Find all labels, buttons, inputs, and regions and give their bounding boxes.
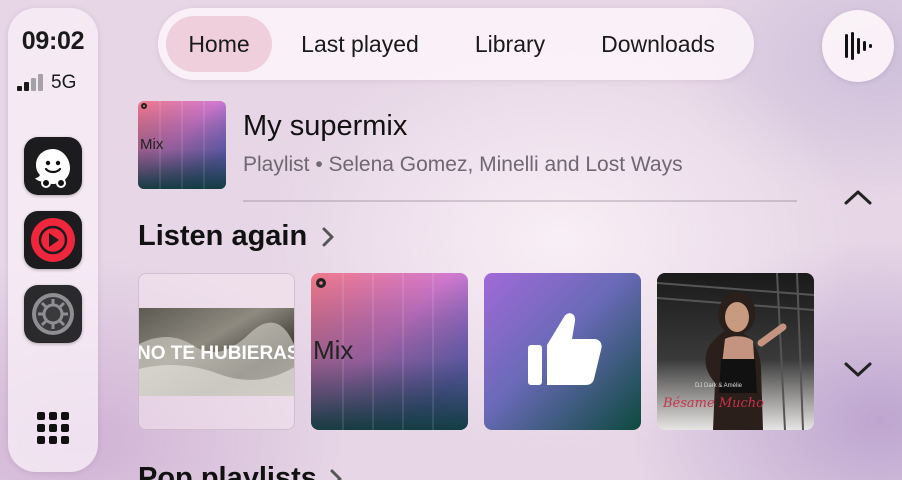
card-video-text: NO TE HUBIERAS I xyxy=(139,343,295,364)
album-title: Bésame Mucho xyxy=(662,396,764,411)
supermix-title[interactable]: My supermix xyxy=(243,110,407,143)
chevron-right-icon xyxy=(330,469,342,480)
scroll-up-button[interactable] xyxy=(838,182,878,212)
chevron-right-icon xyxy=(322,227,334,246)
supermix-subtitle: Playlist • Selena Gomez, Minelli and Los… xyxy=(243,153,683,176)
voice-search-button[interactable] xyxy=(822,10,894,82)
tab-last-played[interactable]: Last played xyxy=(277,16,443,72)
listen-again-title: Listen again xyxy=(138,220,308,252)
listen-again-card[interactable]: Mix xyxy=(311,273,468,430)
youtube-music-icon[interactable] xyxy=(24,211,82,269)
listen-again-header[interactable]: Listen again xyxy=(138,220,335,253)
tab-bar: Home Last played Library Downloads xyxy=(158,8,754,80)
clock: 09:02 xyxy=(21,27,85,55)
voice-search-icon xyxy=(845,32,872,60)
status-bar: 5G xyxy=(17,72,77,93)
album-card[interactable]: DJ Dark & Amélie Bésame Mucho xyxy=(657,273,814,430)
chevron-up-icon xyxy=(844,190,872,205)
tab-home[interactable]: Home xyxy=(166,16,272,72)
scroll-down-button[interactable] xyxy=(838,355,878,385)
pop-playlists-title: Pop playlists xyxy=(138,462,317,480)
chevron-down-icon xyxy=(844,362,872,377)
tab-library[interactable]: Library xyxy=(455,16,565,72)
album-artist: DJ Dark & Amélie xyxy=(695,383,743,389)
app-grid-icon[interactable] xyxy=(37,412,69,444)
pop-playlists-header[interactable]: Pop playlists xyxy=(138,462,343,480)
card-mix-label: Mix xyxy=(313,335,353,365)
waze-icon[interactable] xyxy=(24,137,82,195)
dock: 09:02 5G xyxy=(8,8,98,472)
settings-icon[interactable] xyxy=(24,285,82,343)
tab-downloads[interactable]: Downloads xyxy=(578,16,738,72)
signal-icon xyxy=(17,74,43,91)
supermix-artwork[interactable]: Mix xyxy=(138,101,226,189)
supermix-art-label: Mix xyxy=(140,136,164,153)
listen-again-card[interactable]: NO TE HUBIERAS I xyxy=(138,273,295,430)
divider xyxy=(243,200,797,202)
liked-music-card[interactable] xyxy=(484,273,641,430)
network-label: 5G xyxy=(51,72,77,93)
